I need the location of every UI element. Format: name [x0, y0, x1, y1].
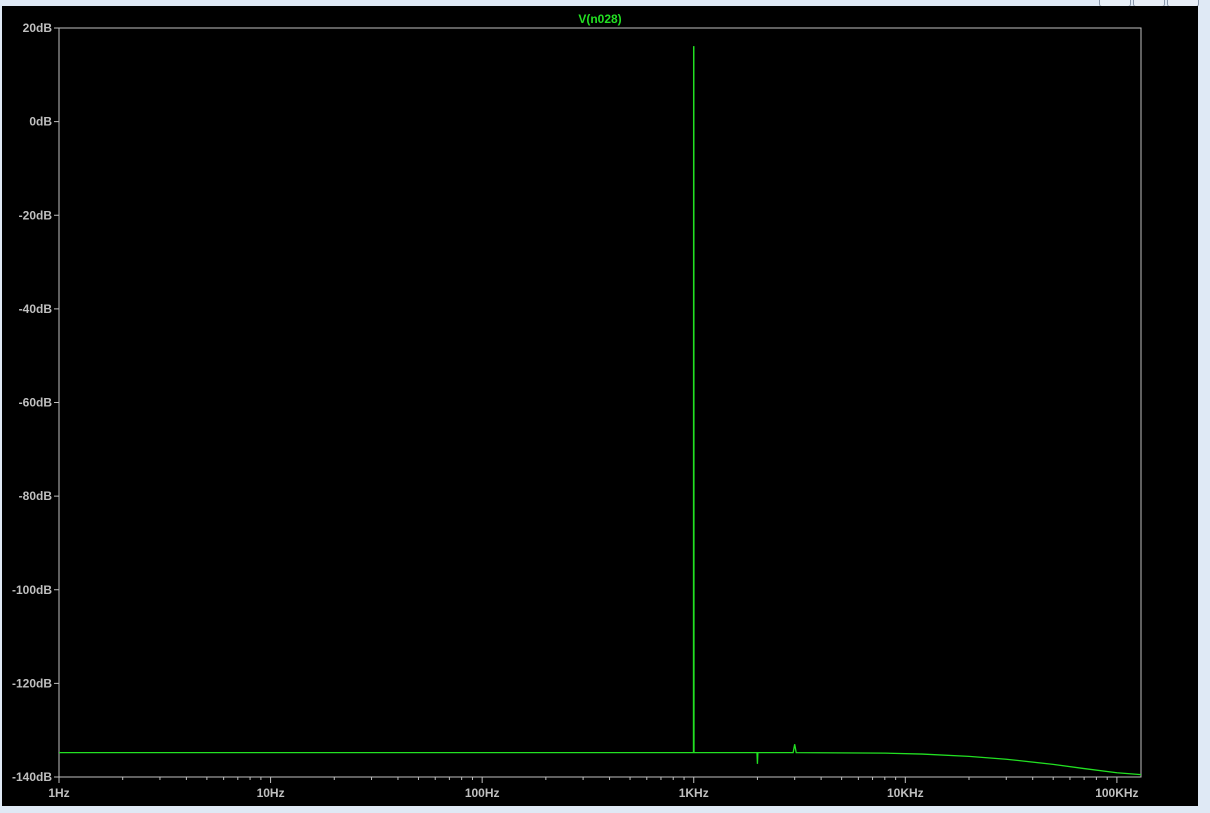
trace-line: [59, 46, 1142, 776]
waveform-chart[interactable]: 20dB 0dB -20dB -40dB -60dB -80dB -100dB -120dB -…: [2, 6, 1198, 806]
x-tick-label: 10KHz: [887, 786, 924, 800]
x-tick-label: 100KHz: [1095, 786, 1138, 800]
x-tick-label: 1KHz: [679, 786, 709, 800]
y-tick-label: -140dB: [12, 770, 52, 784]
y-tick-label: 0dB: [29, 115, 52, 129]
window-frame-right: [1198, 6, 1210, 813]
y-tick-label: 20dB: [23, 21, 53, 35]
y-tick-label: -40dB: [19, 302, 53, 316]
y-tick-label: -80dB: [19, 489, 53, 503]
y-tick-label: -60dB: [19, 396, 53, 410]
y-tick-label: -120dB: [12, 676, 52, 690]
trace-title: V(n028): [578, 12, 621, 26]
y-tick-label: -20dB: [19, 208, 53, 222]
plot-frame: [58, 27, 1142, 778]
x-tick-label: 1Hz: [48, 786, 69, 800]
x-tick-label: 10Hz: [257, 786, 285, 800]
waveform-plot-pane[interactable]: 20dB 0dB -20dB -40dB -60dB -80dB -100dB -120dB -…: [2, 6, 1198, 806]
x-tick-label: 100Hz: [465, 786, 500, 800]
y-tick-label: -100dB: [12, 583, 52, 597]
